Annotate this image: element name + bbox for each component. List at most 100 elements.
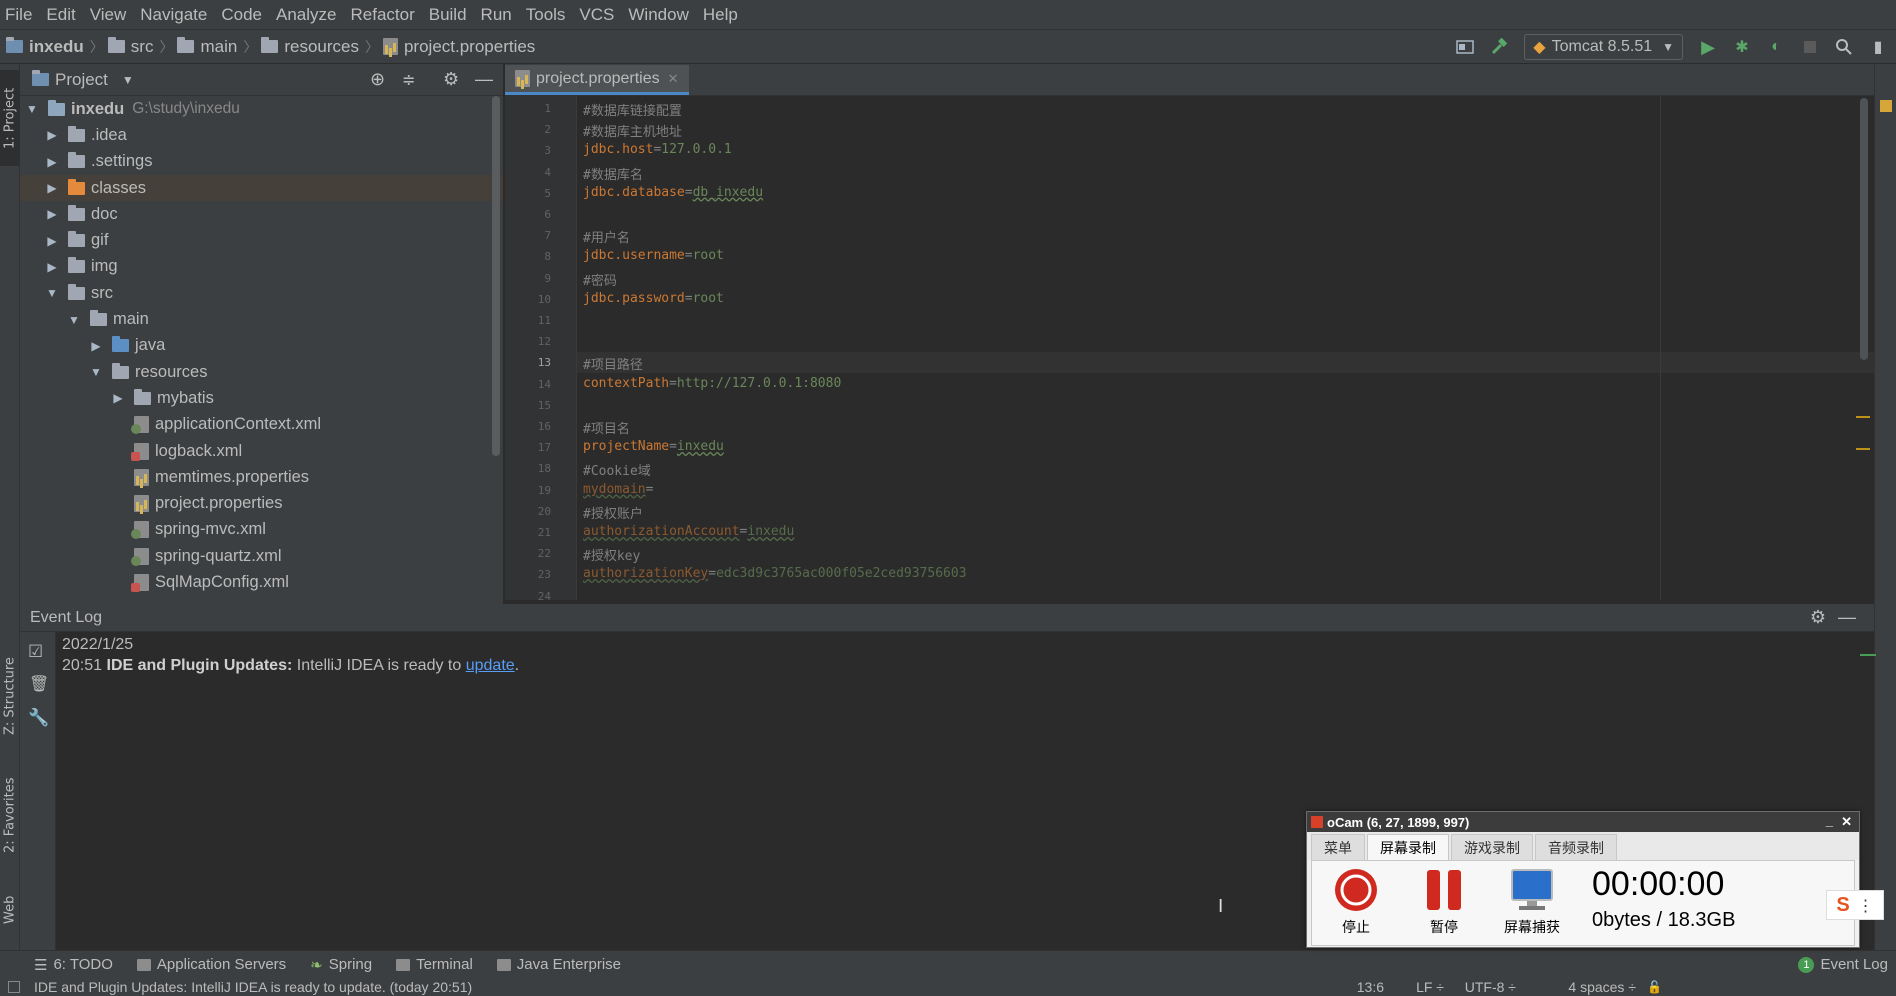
code-line[interactable]: #数据库主机地址 [583,121,682,140]
menu-tools[interactable]: Tools [521,5,575,25]
locate-icon[interactable]: ⊕ [370,69,385,90]
ocam-tab-game-record[interactable]: 游戏录制 [1451,834,1533,860]
tab-project[interactable]: 1: Project [0,70,20,166]
code-line[interactable]: #数据库链接配置 [583,100,682,119]
menu-analyze[interactable]: Analyze [271,5,345,25]
minimize-icon[interactable]: _ [1826,813,1833,828]
tree-node-src[interactable]: ▼ src [20,280,503,306]
code-line[interactable]: #项目路径 [583,354,643,373]
collapsed-arrow-icon[interactable]: ▶ [46,234,58,248]
ocam-tab-menu[interactable]: 菜单 [1311,834,1365,860]
breadcrumb-src[interactable]: src [131,37,154,57]
menu-navigate[interactable]: Navigate [135,5,216,25]
status-message[interactable]: IDE and Plugin Updates: IntelliJ IDEA is… [34,979,472,995]
collapsed-arrow-icon[interactable]: ▶ [90,339,102,353]
tree-node-file[interactable]: SqlMapConfig.xml [20,569,503,595]
collapsed-arrow-icon[interactable]: ▶ [46,207,58,221]
tree-node-gif[interactable]: ▶ gif [20,227,503,253]
coverage-icon[interactable]: ◐ [1762,33,1790,61]
tree-node-settings[interactable]: ▶ .settings [20,149,503,175]
minimize-icon[interactable]: — [1838,607,1856,628]
stop-icon[interactable] [1796,33,1824,61]
code-line[interactable]: jdbc.database=db_inxedu [583,185,763,200]
menu-view[interactable]: View [85,5,136,25]
menu-refactor[interactable]: Refactor [345,5,423,25]
more-icon[interactable]: ⋮ [1858,896,1874,915]
editor-scrollbar[interactable] [1860,98,1868,360]
collapse-all-icon[interactable]: ≑ [402,70,415,90]
tree-node-java[interactable]: ▶ java [20,333,503,359]
search-icon[interactable] [1830,33,1858,61]
menu-run[interactable]: Run [476,5,521,25]
chevron-down-icon[interactable]: ▼ [122,73,134,87]
expanded-arrow-icon[interactable]: ▼ [68,313,80,327]
gear-icon[interactable]: ⚙ [1810,607,1826,628]
tab-favorites[interactable]: 2: Favorites [0,760,20,870]
tree-node-resources[interactable]: ▼ resources [20,359,503,385]
minimize-icon[interactable]: — [475,69,493,90]
code-line[interactable]: jdbc.password=root [583,291,724,306]
code-line[interactable]: authorizationAccount=inxedu [583,524,794,539]
code-line[interactable]: contextPath=http://127.0.0.1:8080 [583,376,841,391]
debug-icon[interactable]: ✱ [1728,33,1756,61]
code-line[interactable]: #密码 [583,270,617,289]
collapsed-arrow-icon[interactable]: ▶ [46,128,58,142]
tree-node-file[interactable]: applicationContext.xml [20,412,503,438]
inspection-warning-icon[interactable] [1880,100,1892,112]
tree-node-inxedu[interactable]: ▼ inxedu G:\study\inxedu [20,96,503,122]
breadcrumb-project[interactable]: inxedu [29,37,84,57]
line-separator[interactable]: LF ÷ [1416,979,1444,995]
expanded-arrow-icon[interactable]: ▼ [90,365,102,379]
menu-file[interactable]: File [0,5,41,25]
close-icon[interactable]: ✕ [1841,814,1852,830]
code-editor[interactable]: 1 2 3 4 5 6 7 8 9 10 11 12 13 14 15 16 17 18 19 20 21 22 23 24 … [505,96,1874,600]
tree-node-file[interactable]: spring-mvc.xml [20,517,503,543]
collapsed-arrow-icon[interactable]: ▶ [46,155,58,169]
collapsed-arrow-icon[interactable]: ▶ [112,391,124,405]
code-line[interactable]: projectName=inxedu [583,439,724,454]
code-line[interactable]: #授权账户 [583,503,643,522]
editor-tab-project-properties[interactable]: project.properties ✕ [505,65,689,95]
ocam-tab-audio-record[interactable]: 音频录制 [1535,834,1617,860]
close-icon[interactable]: ✕ [668,71,679,87]
tree-node-file[interactable]: memtimes.properties [20,464,503,490]
tree-scrollbar[interactable] [492,96,500,456]
tree-node-idea[interactable]: ▶ .idea [20,122,503,148]
mark-read-icon[interactable]: ☑ [28,642,43,662]
collapsed-arrow-icon[interactable]: ▶ [46,181,58,195]
file-encoding[interactable]: UTF-8 ÷ [1465,979,1516,995]
tree-node-file[interactable]: logback.xml [20,438,503,464]
indent-setting[interactable]: 4 spaces ÷ [1568,979,1636,995]
lock-icon[interactable]: 🔓 [1647,980,1662,994]
code-line[interactable]: #数据库名 [583,164,643,183]
trash-icon[interactable]: 🗑 [29,674,49,693]
menu-help[interactable]: Help [698,5,747,25]
tree-node-img[interactable]: ▶ img [20,254,503,280]
status-toggle-icon[interactable] [8,981,20,993]
tree-node-main[interactable]: ▼ main [20,306,503,332]
menu-code[interactable]: Code [216,5,271,25]
plugins-icon[interactable]: ▮ [1864,33,1892,61]
build-hammer-icon[interactable] [1485,33,1513,61]
ocam-title-bar[interactable]: oCam (6, 27, 1899, 997) _ ✕ [1307,812,1859,832]
tab-application-servers[interactable]: Application Servers [136,956,286,973]
caret-position[interactable]: 13:6 [1357,979,1384,995]
run-configuration-select[interactable]: ◆ Tomcat 8.5.51 ▼ [1524,34,1683,60]
code-line[interactable]: authorizationKey=edc3d9c3765ac000f05e2ce… [583,566,967,581]
breadcrumb-main[interactable]: main [200,37,237,57]
menu-build[interactable]: Build [424,5,476,25]
collapsed-arrow-icon[interactable]: ▶ [46,260,58,274]
update-link[interactable]: update [466,657,515,674]
tab-structure[interactable]: Z: Structure [0,636,20,756]
run-icon[interactable]: ▶ [1694,33,1722,61]
ocam-capture-button[interactable]: 屏幕捕获 [1496,867,1568,937]
code-line[interactable]: jdbc.host=127.0.0.1 [583,142,732,157]
tree-node-mybatis[interactable]: ▶ mybatis [20,385,503,411]
code-line[interactable]: jdbc.username=root [583,248,724,263]
menu-window[interactable]: Window [623,5,697,25]
tree-node-file[interactable]: project.properties [20,490,503,516]
tab-terminal[interactable]: Terminal [396,956,473,973]
tab-java-enterprise[interactable]: Java Enterprise [496,956,621,973]
ime-toolbar[interactable]: S ⋮ [1826,890,1884,920]
expanded-arrow-icon[interactable]: ▼ [26,102,38,116]
